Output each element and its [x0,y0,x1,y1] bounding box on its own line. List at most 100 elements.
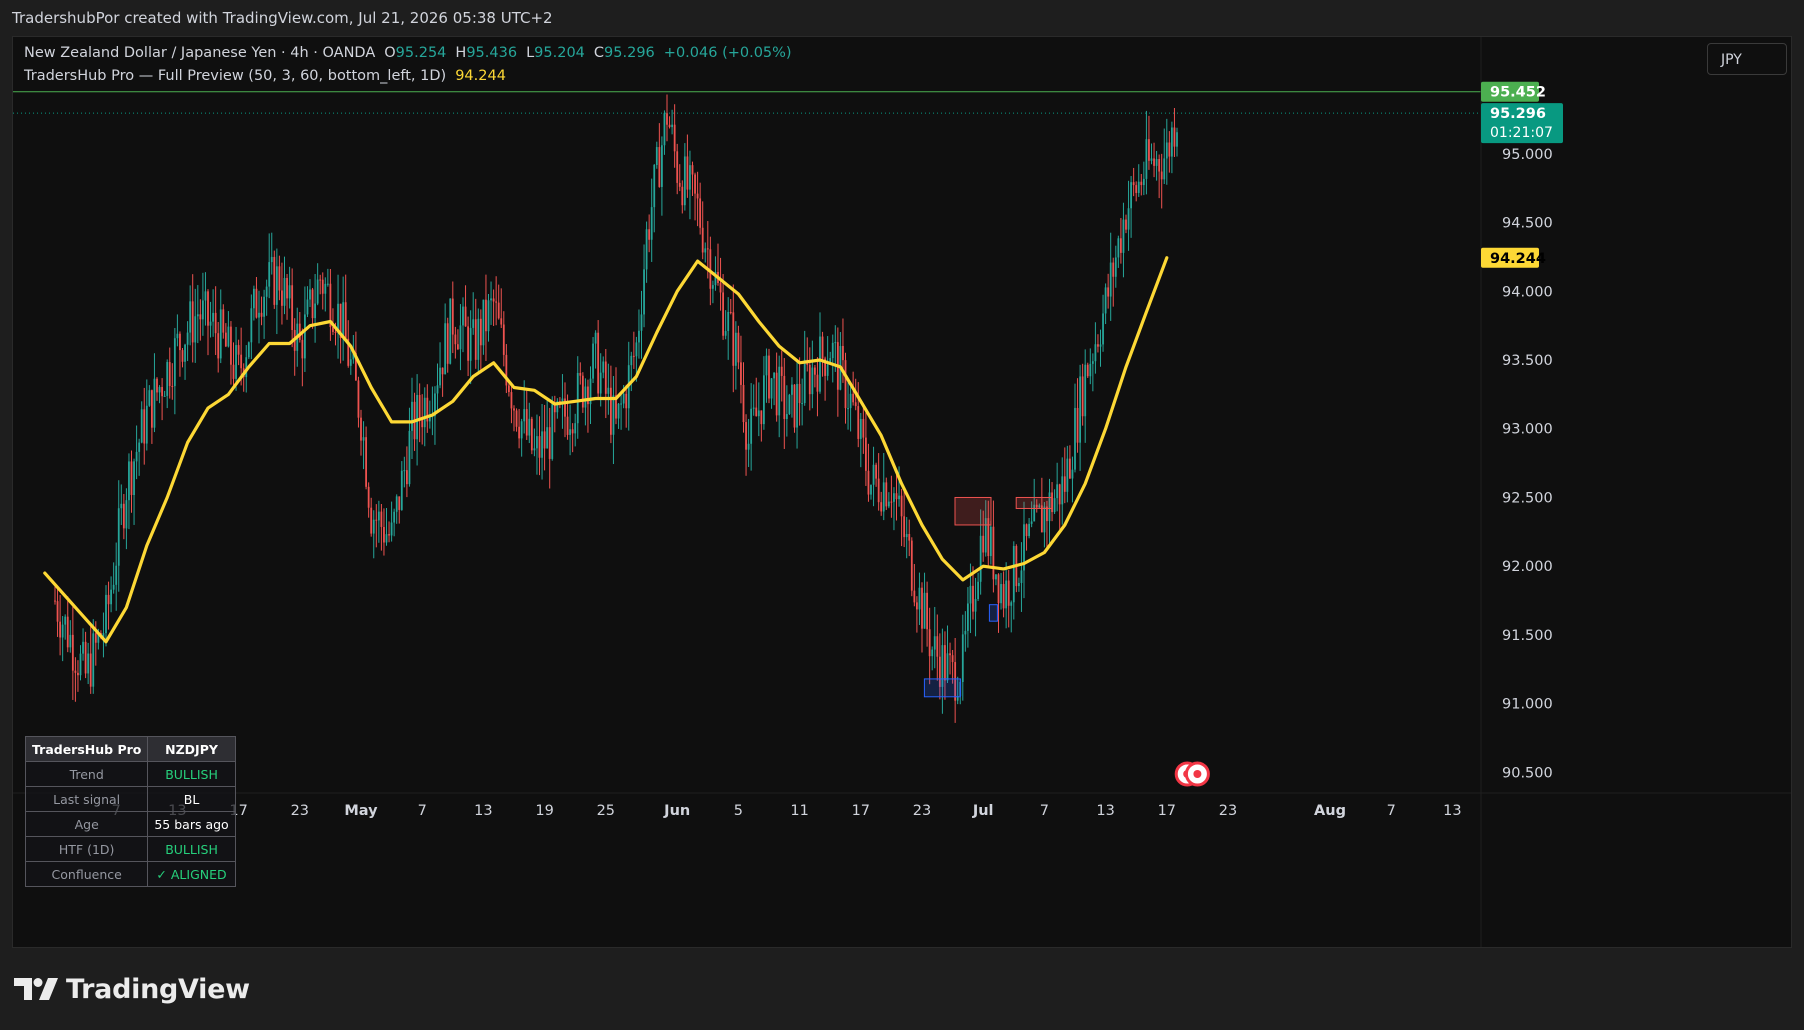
candle-body [370,507,373,534]
price-tick-label: 93.000 [1502,422,1553,438]
chart-pane[interactable]: 95.000 94.500 94.000 93.500 93.000 92.500 92.0… [12,36,1792,948]
close-label: C [593,45,605,61]
candle-body [156,378,158,393]
candle-body [291,285,294,330]
candle-body [610,387,612,435]
candle-body [309,289,311,300]
candle-body [890,501,893,503]
candle-body [120,503,123,509]
candle-body [454,334,457,345]
candle-body [597,332,600,394]
candle-body [395,496,398,512]
info-row-label: Confluence [24,861,149,887]
candle-body [1086,364,1089,377]
candle-body [819,336,821,392]
candle-body [770,378,773,399]
currency-button[interactable]: JPY [1707,43,1787,75]
candle-body [1097,344,1099,347]
price-chart[interactable]: 95.000 94.500 94.000 93.500 93.000 92.500 92.0… [13,37,1792,948]
info-row-trend: Trend BULLISH [24,761,236,787]
candle-body [859,418,862,439]
candle-body [926,592,928,630]
candle-body [921,587,923,629]
candle-body [1176,132,1178,147]
candle-body [898,495,900,500]
open-value: 95.254 [395,45,447,61]
price-tick-label: 90.500 [1502,765,1553,781]
candle-body [1120,238,1122,253]
candle-body [56,601,59,622]
candle-body [625,393,628,409]
candle-body [334,331,337,333]
candle-body [1018,583,1020,587]
event-marker-dot [1193,770,1202,778]
candle-body [887,501,890,507]
candle-body [594,332,597,344]
candle-body [842,345,844,361]
candle-body [74,670,77,673]
candle-body [525,409,528,436]
candle-body [181,350,184,362]
info-row-label: Last signal [24,786,149,812]
chart-caption: TradershubPor created with TradingView.c… [12,9,553,27]
candle-body [1150,158,1153,161]
candle-body [186,332,189,345]
supply-zone [1015,496,1053,509]
time-tick-label: 13 [1096,803,1114,819]
high-price-tag: 95.452 [1490,85,1546,101]
candle-body [105,594,107,634]
candle-body [502,324,505,355]
candle-body [383,526,385,543]
low-label: L [526,45,535,61]
candle-body [145,405,148,444]
candle-body [969,585,972,604]
candle-body [222,309,225,333]
candle-body [867,470,870,495]
candle-body [722,292,724,336]
candle-body [885,482,888,507]
price-tick-label: 94.500 [1502,216,1553,232]
supply-zone [954,496,992,526]
candle-body [230,326,232,365]
candle-body [128,461,130,501]
price-tick-label: 94.000 [1502,284,1553,300]
candle-body [219,309,222,359]
indicator-value: 94.244 [455,68,506,84]
tradingview-logo[interactable]: TradingView [14,972,250,1006]
candle-body [678,182,681,187]
candle-body [513,408,515,411]
candle-body [495,301,498,303]
candle-body [857,406,860,439]
candle-body [408,430,411,485]
info-table: TradersHub Pro NZDJPY Trend BULLISH Last… [24,736,236,887]
candle-body [530,418,533,451]
candle-body [1002,584,1005,609]
candle-body [946,653,949,681]
candle-body [778,366,781,416]
logo-text: TradingView [66,973,250,1005]
symbol-title[interactable]: New Zealand Dollar / Japanese Yen · 4h ·… [24,45,375,61]
candle-body [1091,361,1094,364]
candle-body [235,345,237,379]
candle-body [1056,484,1059,499]
candle-body [1071,469,1074,479]
candle-body [77,672,79,676]
candle-body [163,395,166,397]
indicator-title[interactable]: TradersHub Pro — Full Preview (50, 3, 60… [24,68,446,84]
candle-body [263,296,265,317]
candle-body [834,342,837,344]
candle-body [117,508,120,566]
candle-body [94,633,97,643]
candle-body [492,298,495,302]
candle-body [1089,363,1092,377]
candle-body [811,367,814,395]
candle-body [974,599,977,612]
candle-body [862,418,865,438]
time-tick-label: 23 [291,803,309,819]
candle-body [112,584,115,590]
candle-body [918,587,921,610]
candle-body [796,383,798,428]
candle-body [360,417,362,441]
candle-body [655,147,658,165]
candle-body [485,299,487,332]
